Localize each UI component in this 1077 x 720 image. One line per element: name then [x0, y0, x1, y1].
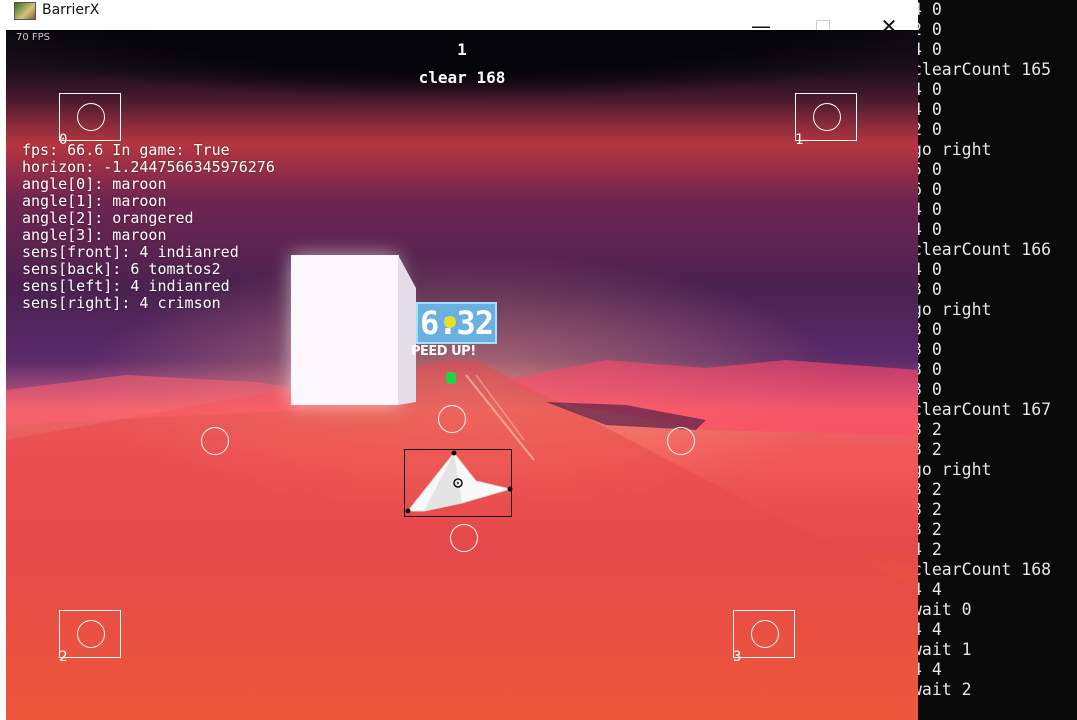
console-line: 3 2: [918, 520, 942, 539]
sensor-right-ring-icon: [667, 427, 695, 455]
corner-sensor-2: 2: [59, 610, 121, 665]
console-line: wait 1: [918, 640, 972, 659]
console-line: 3 2: [918, 480, 942, 499]
console-line: go right: [918, 300, 992, 319]
console-line: wait 0: [918, 600, 972, 619]
console-log[interactable]: 4 0 2 0 4 0 clearCount 165 4 0 4 0 2 0 g…: [918, 0, 1077, 720]
console-line: clearCount 165: [918, 60, 1052, 79]
debug-line: sens[left]: 4 indianred: [22, 277, 230, 295]
corner-sensor-0: 0: [59, 93, 121, 148]
console-line: 2 0: [918, 20, 942, 39]
console-line: 4 0: [918, 220, 942, 239]
corner-label: 3: [733, 649, 742, 665]
console-line: clearCount 166: [918, 240, 1052, 259]
debug-line: sens[back]: 6 tomatos2: [22, 260, 221, 278]
yellow-marker: [444, 316, 456, 328]
console-line: wait 2: [918, 680, 972, 699]
console-line: 3 2: [918, 420, 942, 439]
console-line: 4 0: [918, 80, 942, 99]
corner-sensor-3: 3: [733, 610, 795, 665]
console-line: 3 0: [918, 320, 942, 339]
debug-line: angle[2]: orangered: [22, 209, 194, 227]
sensor-ring-icon: [77, 620, 105, 648]
console-line: 4 0: [918, 100, 942, 119]
console-line: 3 2: [918, 500, 942, 519]
console-line: clearCount 167: [918, 400, 1052, 419]
sensor-ring-icon: [813, 103, 841, 131]
console-line: 3 0: [918, 360, 942, 379]
speed-up-banner: PEED UP!: [411, 344, 476, 359]
console-line: 3 0: [918, 340, 942, 359]
console-line: 4 4: [918, 620, 942, 639]
console-line: 4 0: [918, 200, 942, 219]
corner-sensor-1: 1: [795, 93, 857, 148]
console-line: go right: [918, 140, 992, 159]
console-line: clearCount 168: [918, 560, 1052, 579]
sensor-ring-icon: [77, 103, 105, 131]
sensor-ring-icon: [751, 620, 779, 648]
debug-line: angle[3]: maroon: [22, 226, 167, 244]
game-viewport[interactable]: 70 FPS 1 clear 168 fps: 66.6 In game: Tr…: [6, 30, 918, 720]
console-line: 2 0: [918, 120, 942, 139]
sensor-back-ring-icon: [450, 524, 478, 552]
app-icon: [14, 2, 36, 20]
console-line: 5 0: [918, 160, 942, 179]
console-line: 4 0: [918, 260, 942, 279]
corner-label: 2: [59, 649, 68, 665]
console-line: 3 2: [918, 440, 942, 459]
ship-icon: [405, 450, 513, 514]
debug-line: sens[right]: 4 crimson: [22, 294, 221, 312]
window-title: BarrierX: [42, 2, 100, 18]
console-line: 3 0: [918, 280, 942, 299]
obstacle-cube: [291, 255, 399, 405]
debug-line: angle[0]: maroon: [22, 175, 167, 193]
debug-line: angle[1]: maroon: [22, 192, 167, 210]
console-line: 4 2: [918, 540, 942, 559]
debug-line: horizon: -1.2447566345976276: [22, 158, 275, 176]
game-window: BarrierX — ✕ 70 FPS 1 clear 168 fps: 66.…: [0, 0, 918, 720]
console-line: 4 4: [918, 580, 942, 599]
debug-overlay: fps: 66.6 In game: True horizon: -1.2447…: [22, 142, 275, 312]
corner-label: 1: [795, 132, 804, 148]
console-line: go right: [918, 460, 992, 479]
console-line: 4 0: [918, 40, 942, 59]
top-counter: 1: [457, 40, 467, 59]
console-line: 4 0: [918, 0, 942, 19]
debug-line: sens[front]: 4 indianred: [22, 243, 239, 261]
console-line: 4 4: [918, 660, 942, 679]
clear-counter: clear 168: [418, 68, 506, 87]
console-line: 6 0: [918, 180, 942, 199]
sensor-left-ring-icon: [201, 427, 229, 455]
timer-display: 6:32: [416, 302, 498, 344]
console-line: 3 0: [918, 380, 942, 399]
corner-label: 0: [59, 132, 68, 148]
green-marker: [446, 372, 456, 384]
sensor-front-ring-icon: [438, 405, 466, 433]
